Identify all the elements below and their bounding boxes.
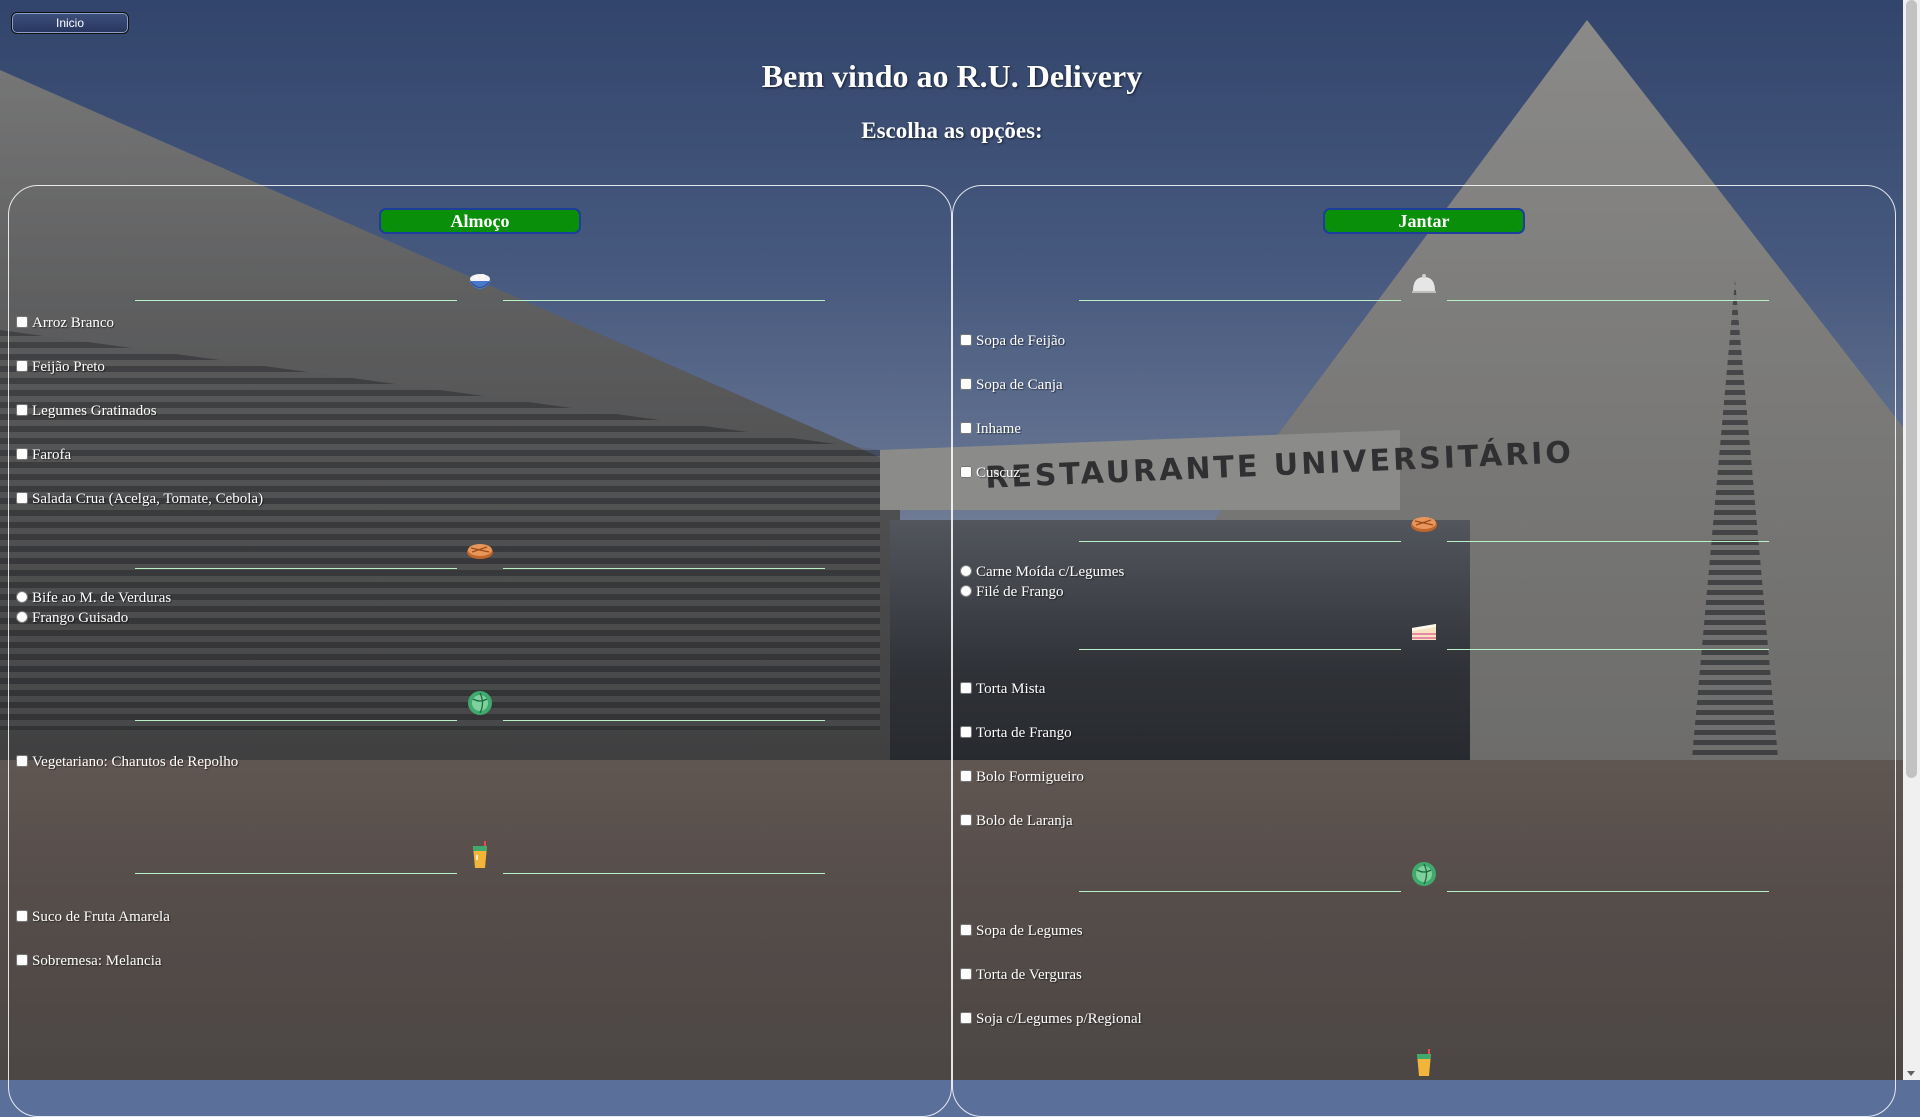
list-item: Sopa de Canja [960, 377, 1063, 394]
list-item: Legumes Gratinados [16, 403, 157, 420]
checkbox[interactable] [16, 404, 28, 416]
radio-button[interactable] [960, 565, 972, 577]
list-item: Bife ao M. de Verduras [16, 590, 171, 607]
list-item: Torta de Frango [960, 725, 1072, 742]
list-item: Arroz Branco [16, 315, 114, 332]
radio-button[interactable] [960, 585, 972, 597]
section-header-dessert [953, 610, 1895, 650]
radio-button[interactable] [16, 611, 28, 623]
dinner-panel: Jantar Sopa de Feijão Sopa de Canja Inha… [952, 185, 1896, 1117]
checkbox[interactable] [16, 492, 28, 504]
checkbox[interactable] [16, 316, 28, 328]
meat-icon [1411, 517, 1437, 532]
list-item: Feijão Preto [16, 359, 105, 376]
page-subtitle: Escolha as opções: [861, 118, 1043, 143]
list-item: Torta de Verguras [960, 967, 1082, 984]
list-item: Bolo Formigueiro [960, 769, 1084, 786]
list-item: Carne Moída c/Legumes [960, 564, 1124, 581]
section-header-meat [9, 529, 951, 569]
list-item: Farofa [16, 447, 71, 464]
list-item: Soja c/Legumes p/Regional [960, 1011, 1142, 1028]
checkbox[interactable] [960, 682, 972, 694]
checkbox[interactable] [960, 814, 972, 826]
rice-bowl-icon [469, 274, 491, 289]
checkbox[interactable] [960, 770, 972, 782]
list-item: Sobremesa: Melancia [16, 953, 162, 970]
page-title: Bem vindo ao R.U. Delivery [761, 58, 1143, 94]
list-item: Cuscuz [960, 465, 1020, 482]
checkbox[interactable] [960, 1012, 972, 1024]
checkbox[interactable] [960, 422, 972, 434]
lunch-badge[interactable]: Almoço [379, 208, 581, 234]
dinner-badge[interactable]: Jantar [1323, 208, 1525, 234]
list-item: Bolo de Laranja [960, 813, 1073, 830]
list-item: Sopa de Feijão [960, 333, 1065, 350]
soup-dome-icon [1412, 274, 1436, 293]
checkbox[interactable] [16, 910, 28, 922]
cabbage-icon [1412, 862, 1436, 886]
list-item: Torta Mista [960, 681, 1045, 698]
section-header-drinks [953, 1046, 1895, 1076]
cabbage-icon [468, 691, 492, 715]
section-header-meat [953, 502, 1895, 542]
list-item: Filé de Frango [960, 584, 1064, 601]
list-item: Vegetariano: Charutos de Repolho [16, 754, 238, 771]
checkbox[interactable] [960, 334, 972, 346]
lunch-panel: Almoço Arroz Branco Feijão Preto Legumes… [8, 185, 952, 1117]
checkbox[interactable] [960, 378, 972, 390]
list-item: Inhame [960, 421, 1021, 438]
list-item: Suco de Fruta Amarela [16, 909, 170, 926]
checkbox[interactable] [960, 726, 972, 738]
checkbox[interactable] [16, 954, 28, 966]
section-header-drinks [9, 834, 951, 874]
list-item: Frango Guisado [16, 610, 128, 627]
checkbox[interactable] [960, 924, 972, 936]
home-button[interactable]: Inicio [11, 12, 129, 34]
juice-icon [473, 841, 487, 868]
juice-icon [1417, 1049, 1431, 1076]
checkbox[interactable] [960, 466, 972, 478]
radio-button[interactable] [16, 591, 28, 603]
list-item: Salada Crua (Acelga, Tomate, Cebola) [16, 491, 263, 508]
checkbox[interactable] [16, 360, 28, 372]
checkbox[interactable] [960, 968, 972, 980]
section-header-vegetarian [953, 852, 1895, 892]
list-item: Sopa de Legumes [960, 923, 1083, 940]
section-header-rice [9, 261, 951, 301]
meat-icon [467, 544, 493, 559]
section-header-vegetarian [9, 681, 951, 721]
checkbox[interactable] [16, 448, 28, 460]
cake-icon [1412, 624, 1436, 640]
checkbox[interactable] [16, 755, 28, 767]
section-header-soup [953, 261, 1895, 301]
